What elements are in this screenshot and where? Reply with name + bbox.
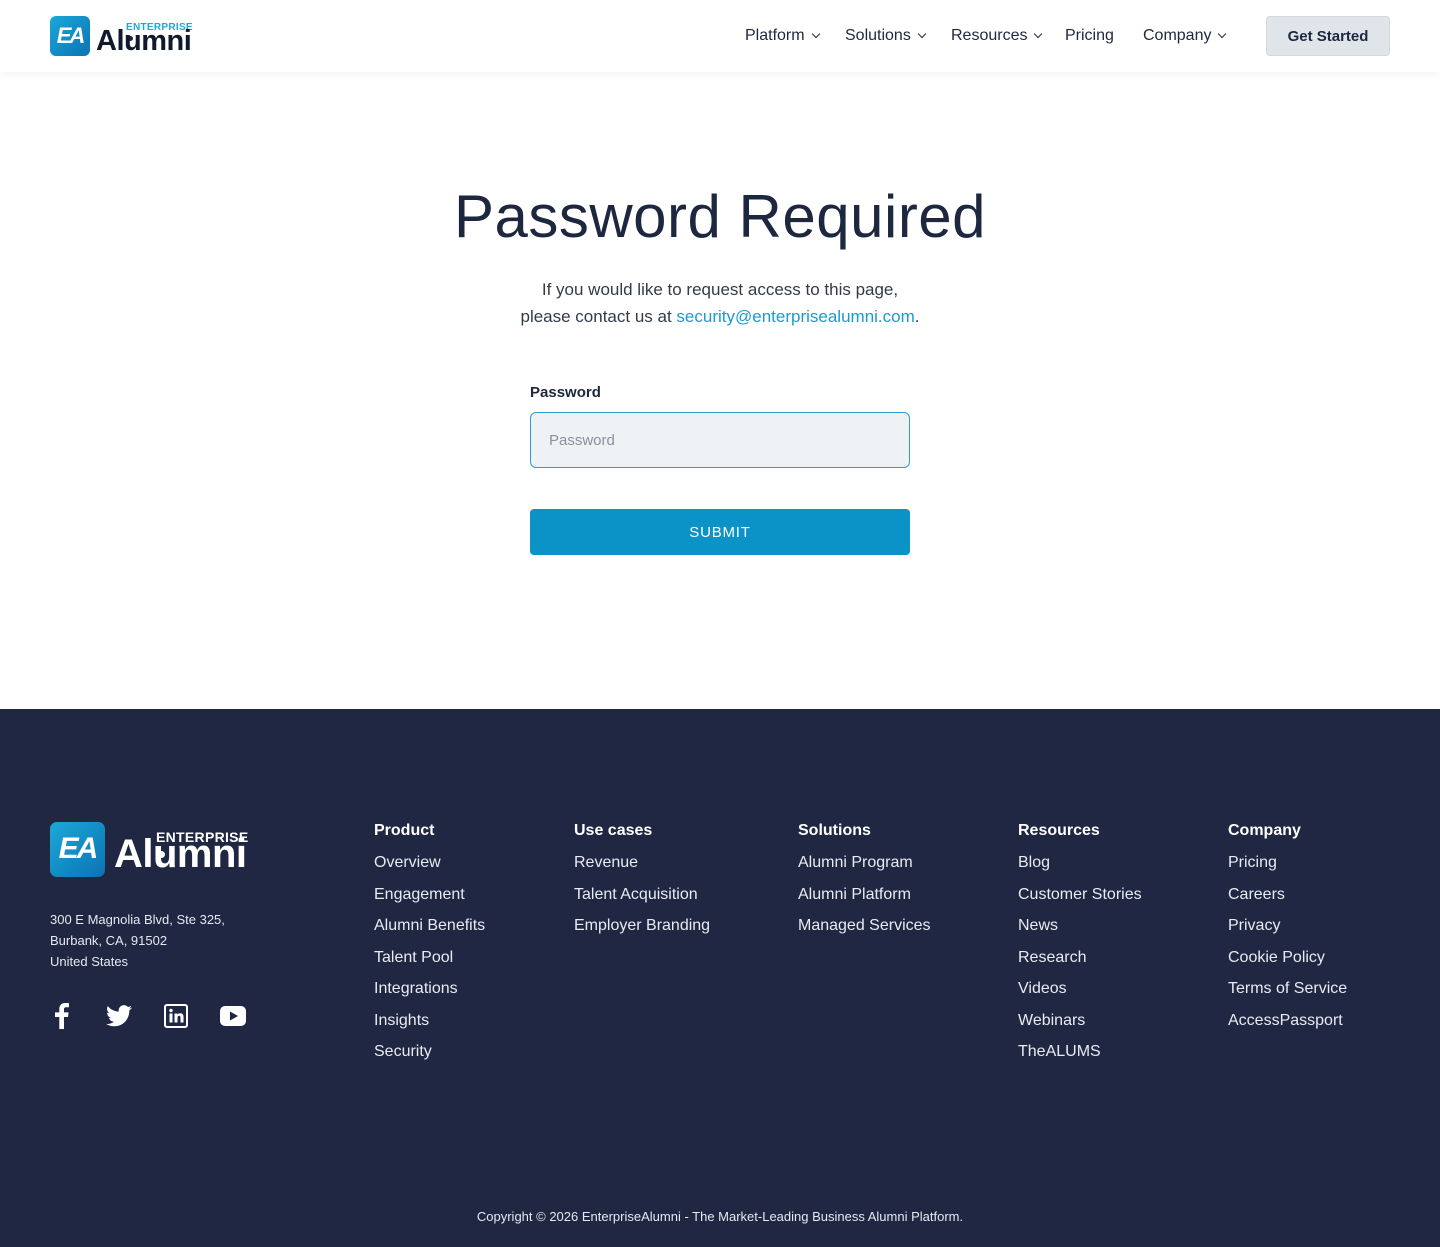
footer-link[interactable]: Talent Acquisition bbox=[574, 886, 710, 918]
footer-link[interactable]: Alumni Benefits bbox=[374, 917, 485, 949]
intro-line-2: please contact us at security@enterprise… bbox=[0, 303, 1440, 330]
security-email-link[interactable]: security@enterprisealumni.com bbox=[676, 307, 914, 326]
intro-line-2-text: please contact us at bbox=[520, 307, 677, 326]
footer-link[interactable]: Pricing bbox=[1228, 854, 1347, 886]
nav-resources[interactable]: Resources bbox=[951, 27, 1043, 45]
footer-link[interactable]: Alumni Platform bbox=[798, 886, 931, 918]
footer-heading: Company bbox=[1228, 822, 1301, 839]
address-line: United States bbox=[50, 954, 129, 969]
nav-platform-label: Platform bbox=[745, 27, 805, 44]
footer-link[interactable]: Security bbox=[374, 1043, 485, 1075]
linkedin-icon[interactable] bbox=[163, 1003, 189, 1029]
intro-line-1: If you would like to request access to t… bbox=[541, 280, 899, 299]
footer-link[interactable]: Revenue bbox=[574, 854, 710, 886]
nav-solutions-label: Solutions bbox=[845, 27, 911, 44]
footer-heading: Resources bbox=[1018, 822, 1100, 839]
footer-col-resources: Resources Blog Customer Stories News Res… bbox=[1018, 822, 1142, 1075]
copyright-text: Copyright © 2026 EnterpriseAlumni - The … bbox=[476, 1209, 964, 1224]
nav-resources-label: Resources bbox=[951, 27, 1028, 44]
address-line: Burbank, CA, 91502 bbox=[50, 933, 168, 948]
footer-link[interactable]: Careers bbox=[1228, 886, 1347, 918]
address-line: 300 E Magnolia Blvd, Ste 325, bbox=[50, 912, 225, 927]
chevron-down-icon bbox=[1218, 29, 1227, 39]
logo-badge: EA bbox=[50, 16, 90, 56]
password-input[interactable] bbox=[530, 412, 910, 468]
footer-link[interactable]: Talent Pool bbox=[374, 949, 485, 981]
logo-wordmark: ENTERPRISE Alumni bbox=[96, 16, 196, 56]
logo-alumni-text: Alumni bbox=[96, 25, 192, 57]
chevron-down-icon bbox=[917, 29, 927, 39]
footer-col-solutions: Solutions Alumni Program Alumni Platform… bbox=[798, 822, 931, 949]
youtube-icon[interactable] bbox=[220, 1003, 246, 1029]
logo-alumni-text: Alumni bbox=[114, 832, 247, 876]
footer-col-product: Product Overview Engagement Alumni Benef… bbox=[374, 822, 485, 1075]
get-started-button[interactable]: Get Started bbox=[1266, 16, 1390, 56]
footer-link[interactable]: Integrations bbox=[374, 980, 485, 1012]
page-title: Password Required bbox=[453, 183, 987, 250]
logo-wordmark: ENTERPRISE Alumni bbox=[114, 821, 254, 877]
footer-link[interactable]: TheALUMS bbox=[1018, 1043, 1142, 1075]
footer-link[interactable]: Privacy bbox=[1228, 917, 1347, 949]
footer-col-use-cases: Use cases Revenue Talent Acquisition Emp… bbox=[574, 822, 710, 949]
footer-link[interactable]: Research bbox=[1018, 949, 1142, 981]
intro-line-2-period: . bbox=[914, 307, 920, 326]
nav-pricing-label: Pricing bbox=[1065, 27, 1114, 44]
nav-solutions[interactable]: Solutions bbox=[845, 27, 927, 45]
footer-link[interactable]: Engagement bbox=[374, 886, 485, 918]
footer-link[interactable]: Videos bbox=[1018, 980, 1142, 1012]
nav-company-label: Company bbox=[1143, 27, 1212, 44]
logo-badge: EA bbox=[50, 821, 105, 877]
site-header: EA ENTERPRISE Alumni Platform Solutions … bbox=[0, 0, 1440, 72]
submit-button[interactable]: SUBMIT bbox=[530, 509, 910, 555]
nav-pricing[interactable]: Pricing bbox=[1065, 27, 1114, 45]
footer-heading: Product bbox=[374, 822, 435, 839]
footer-heading: Use cases bbox=[574, 822, 653, 839]
access-intro: If you would like to request access to t… bbox=[0, 276, 1440, 330]
password-label: Password bbox=[530, 384, 601, 401]
footer-link[interactable]: Alumni Program bbox=[798, 854, 931, 886]
footer-link[interactable]: Cookie Policy bbox=[1228, 949, 1347, 981]
chevron-down-icon bbox=[1034, 29, 1043, 39]
footer-link[interactable]: Overview bbox=[374, 854, 485, 886]
footer-link[interactable]: Blog bbox=[1018, 854, 1142, 886]
footer-link[interactable]: Webinars bbox=[1018, 1012, 1142, 1044]
footer-link[interactable]: News bbox=[1018, 917, 1142, 949]
twitter-icon[interactable] bbox=[106, 1003, 132, 1029]
footer-link[interactable]: Insights bbox=[374, 1012, 485, 1044]
footer-link[interactable]: Customer Stories bbox=[1018, 886, 1142, 918]
footer-heading: Solutions bbox=[798, 822, 871, 839]
footer-col-company: Company Pricing Careers Privacy Cookie P… bbox=[1228, 822, 1347, 1043]
footer-link[interactable]: Terms of Service bbox=[1228, 980, 1347, 1012]
company-address: 300 E Magnolia Blvd, Ste 325, Burbank, C… bbox=[50, 909, 225, 972]
header-logo[interactable]: EA ENTERPRISE Alumni bbox=[50, 16, 196, 56]
site-footer: EA ENTERPRISE Alumni 300 E Magnolia Blvd… bbox=[0, 709, 1440, 1247]
facebook-icon[interactable] bbox=[49, 1003, 75, 1029]
footer-link[interactable]: Managed Services bbox=[798, 917, 931, 949]
footer-link[interactable]: Employer Branding bbox=[574, 917, 710, 949]
nav-platform[interactable]: Platform bbox=[745, 27, 820, 45]
chevron-down-icon bbox=[811, 29, 820, 39]
footer-link[interactable]: AccessPassport bbox=[1228, 1012, 1347, 1044]
footer-logo[interactable]: EA ENTERPRISE Alumni bbox=[50, 821, 254, 877]
nav-company[interactable]: Company bbox=[1143, 27, 1227, 45]
